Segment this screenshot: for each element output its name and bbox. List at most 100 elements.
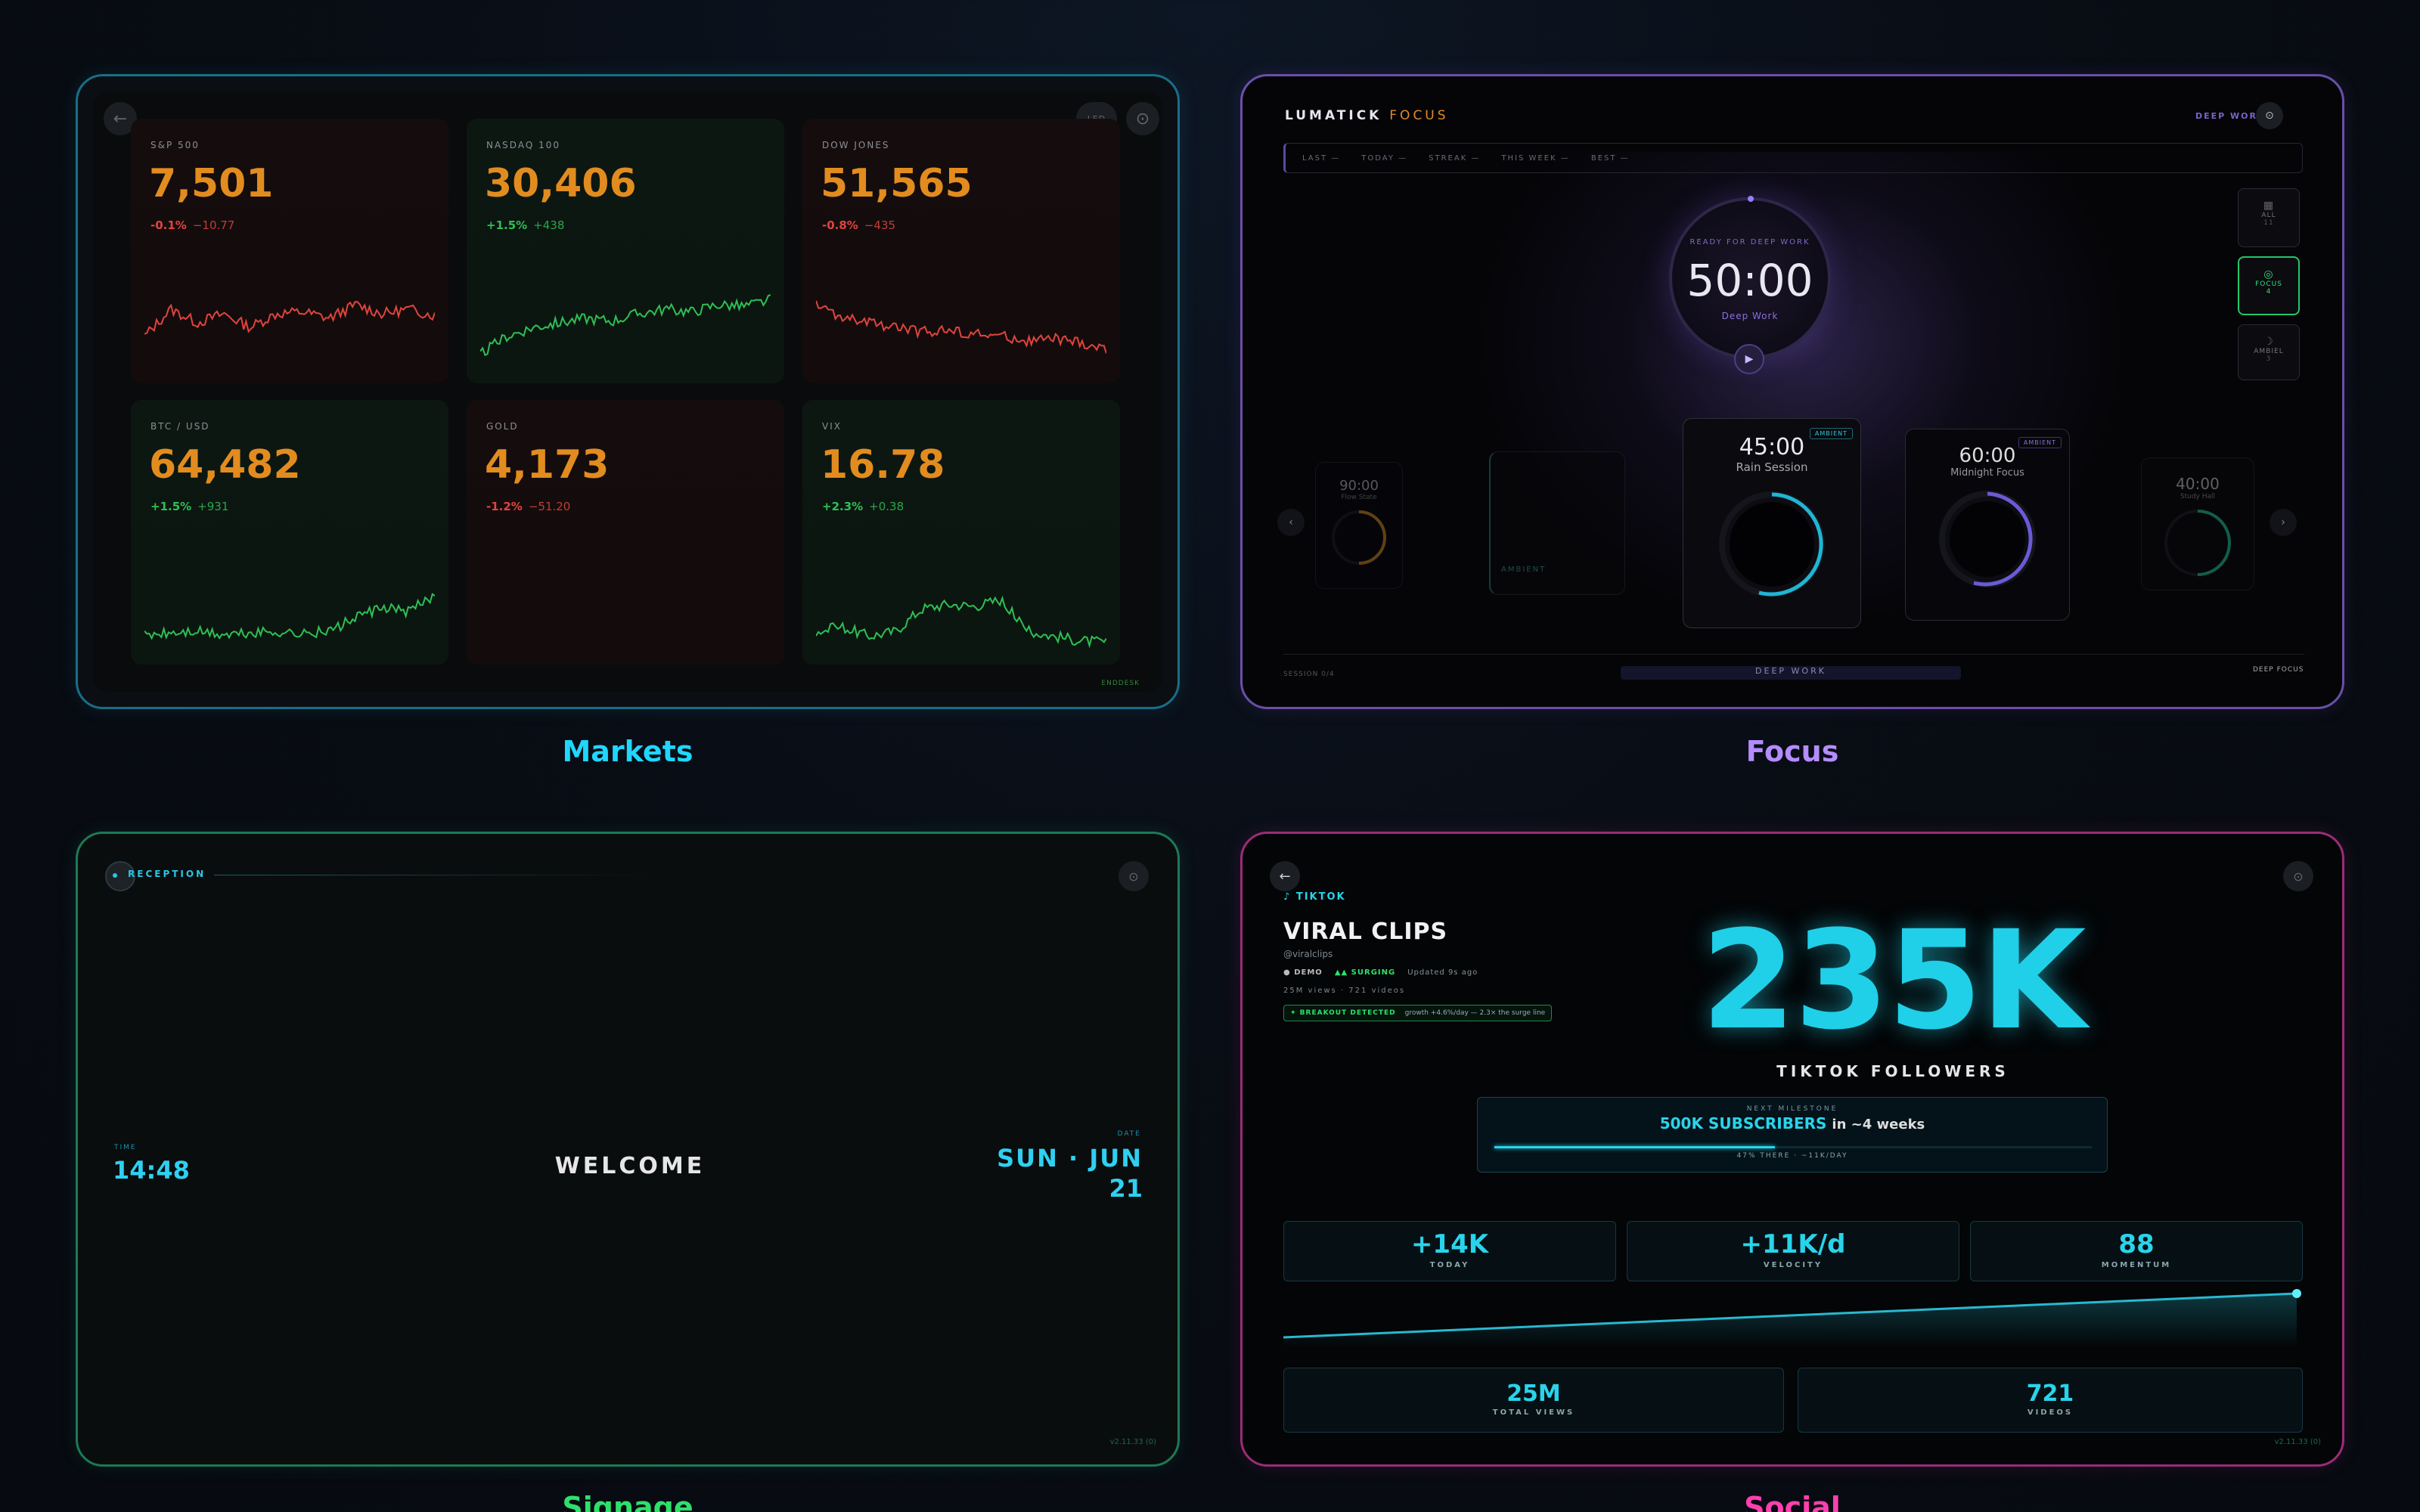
ticker-price: 64,482 [149, 442, 301, 488]
followers-trend-line [1283, 1289, 2301, 1348]
updated-text: Updated 9s ago [1407, 968, 1478, 977]
milestone-panel: NEXT MILESTONE 500K SUBSCRIBERS in ~4 we… [1477, 1097, 2108, 1173]
ticker-price: 4,173 [485, 442, 610, 488]
milestone-track [1494, 1146, 2092, 1148]
ticker-symbol: NASDAQ 100 [486, 140, 560, 150]
stat-week: THIS WEEK — [1501, 153, 1570, 163]
breakout-badge: ✦ BREAKOUT DETECTED growth +4.6%/day — 2… [1283, 1005, 1553, 1021]
preset-study-hall[interactable]: 40:00 Study Hall [2141, 457, 2254, 590]
filter-ambient-button[interactable]: ☽ AMBIEL 3 [2238, 324, 2300, 380]
status-dot [113, 873, 117, 878]
sparkline [816, 595, 1106, 649]
stat-streak: STREAK — [1429, 153, 1481, 163]
date-label: DATE [1117, 1130, 1141, 1138]
ticker-price: 51,565 [821, 161, 973, 206]
tiktok-icon: ♪ [1283, 891, 1292, 903]
timer-caption: READY FOR DEEP WORK [1689, 238, 1810, 246]
ticker-tile[interactable]: BTC / USD 64,482 +1.5% +931 [131, 400, 448, 665]
followers-value: 235K [1701, 902, 2086, 1060]
ticker-price: 16.78 [821, 442, 945, 488]
play-icon[interactable]: ▶ [1734, 344, 1764, 374]
stat-videos: 721 VIDEOS [1798, 1368, 2303, 1433]
stat-today: TODAY — [1361, 153, 1408, 163]
sparkline [144, 593, 435, 640]
preset-ring [1939, 491, 2036, 587]
preset-rain-session[interactable]: AMBIENT 45:00 Rain Session [1683, 418, 1861, 628]
focus-card[interactable]: LUMATICK FOCUS DEEP WORK ⊙ LAST — TODAY … [1240, 74, 2344, 709]
markets-board: ← LED ⊙ S&P 5007,501-0.1%−10.77NASDAQ 10… [93, 91, 1162, 692]
timer-sub: Deep Work [1721, 311, 1779, 321]
preset-midnight-focus[interactable]: AMBIENT 60:00 Midnight Focus [1905, 429, 2070, 621]
timer-value: 50:00 [1686, 255, 1813, 306]
focus-divider [1283, 654, 2304, 655]
social-version: v2.11.33 (0) [2274, 1438, 2321, 1446]
account-meta: 25M views · 721 videos [1283, 987, 1406, 995]
ticker-change: +2.3% +0.38 [822, 500, 904, 513]
preset-flow-state[interactable]: 90:00 Flow State [1315, 462, 1403, 589]
ticker-change: +1.5% +438 [486, 218, 565, 232]
status-row: ● DEMO ▲▲ SURGING Updated 9s ago [1283, 968, 1478, 977]
ticker-price: 7,501 [149, 161, 274, 206]
demo-badge: ● DEMO [1283, 968, 1323, 977]
signage-card[interactable]: RECEPTION ⊙ TIME 14:48 WELCOME DATE SUN … [76, 832, 1180, 1467]
caption-social: Social [1744, 1491, 1841, 1512]
markets-footer: ENDDESK [1101, 680, 1140, 687]
stat-total-views: 25M TOTAL VIEWS [1283, 1368, 1784, 1433]
filter-all-button[interactable]: ▦ ALL 11 [2238, 188, 2300, 247]
caption-signage: Signage [562, 1491, 693, 1512]
sparkline [480, 294, 771, 357]
time-label: TIME [114, 1144, 137, 1151]
ticker-symbol: VIX [822, 421, 842, 432]
preset-ring [2164, 510, 2231, 576]
milestone-goal: 500K SUBSCRIBERS in ~4 weeks [1659, 1114, 1925, 1132]
milestone-label: NEXT MILESTONE [1746, 1105, 1838, 1113]
ticker-tile[interactable]: GOLD 4,173 -1.2% −51.20 [467, 400, 784, 665]
gear-icon[interactable]: ⊙ [1126, 102, 1159, 135]
chevron-left-icon[interactable]: ‹ [1277, 509, 1305, 536]
caption-markets: Markets [562, 735, 693, 768]
ticker-tile[interactable]: S&P 500 7,501 -0.1% −10.77 [131, 119, 448, 383]
ticker-tile[interactable]: NASDAQ 100 30,406 +1.5% +438 [467, 119, 784, 383]
gear-icon[interactable]: ⊙ [1118, 861, 1149, 891]
ticker-tile[interactable]: VIX 16.78 +2.3% +0.38 [802, 400, 1120, 665]
mode-label: DEEP WORK [2195, 111, 2266, 121]
account-handle: @viralclips [1283, 949, 1333, 959]
ticker-change: -1.2% −51.20 [486, 500, 571, 513]
timer-ring[interactable]: READY FOR DEEP WORK 50:00 Deep Work [1669, 196, 1831, 359]
milestone-sub: 47% THERE · ~11K/DAY [1736, 1152, 1848, 1160]
gear-icon[interactable]: ⊙ [2256, 102, 2283, 129]
ticker-symbol: S&P 500 [150, 140, 200, 150]
reception-label: RECEPTION [128, 869, 206, 879]
ticker-symbol: GOLD [486, 421, 519, 432]
stat-best: BEST — [1590, 153, 1630, 163]
chevron-right-icon[interactable]: › [2270, 509, 2297, 536]
ticker-price: 30,406 [485, 161, 637, 206]
deep-focus-label: DEEP FOCUS [2253, 666, 2304, 674]
gear-icon[interactable]: ⊙ [2283, 861, 2313, 891]
social-card[interactable]: ← ⊙ ♪ TIKTOK VIRAL CLIPS @viralclips ● D… [1240, 832, 2344, 1467]
ticker-change: -0.8% −435 [822, 218, 896, 232]
session-label: SESSION 0/4 [1283, 671, 1335, 678]
arrow-left-icon[interactable]: ← [1270, 861, 1300, 891]
ticker-tile[interactable]: DOW JONES 51,565 -0.8% −435 [802, 119, 1120, 383]
platform-label: ♪ TIKTOK [1283, 891, 1346, 903]
stat-today: +14K TODAY [1283, 1221, 1616, 1281]
filter-focus-button[interactable]: ◎ FOCUS 4 [2238, 256, 2300, 315]
date-line2: 21 [1109, 1174, 1143, 1203]
markets-card[interactable]: ← LED ⊙ S&P 5007,501-0.1%−10.77NASDAQ 10… [76, 74, 1180, 709]
sparkline [816, 300, 1106, 354]
account-name: VIRAL CLIPS [1283, 919, 1448, 945]
ticker-change: +1.5% +931 [150, 500, 229, 513]
followers-label: TIKTOK FOLLOWERS [1776, 1062, 2009, 1080]
preset-ring [1332, 510, 1386, 565]
stat-velocity: +11K/d VELOCITY [1627, 1221, 1959, 1281]
timer-dot [1748, 196, 1754, 202]
focus-stats-bar: LAST — TODAY — STREAK — THIS WEEK — BEST… [1283, 143, 2303, 173]
preset-ambient[interactable]: AMBIENT [1489, 451, 1625, 595]
ticker-symbol: BTC / USD [150, 421, 210, 432]
stat-last: LAST — [1302, 153, 1341, 163]
date-line1: SUN · JUN [997, 1144, 1143, 1173]
preset-ring [1719, 491, 1825, 597]
deep-work-bar[interactable]: DEEP WORK [1621, 666, 1961, 680]
ticker-change: -0.1% −10.77 [150, 218, 235, 232]
